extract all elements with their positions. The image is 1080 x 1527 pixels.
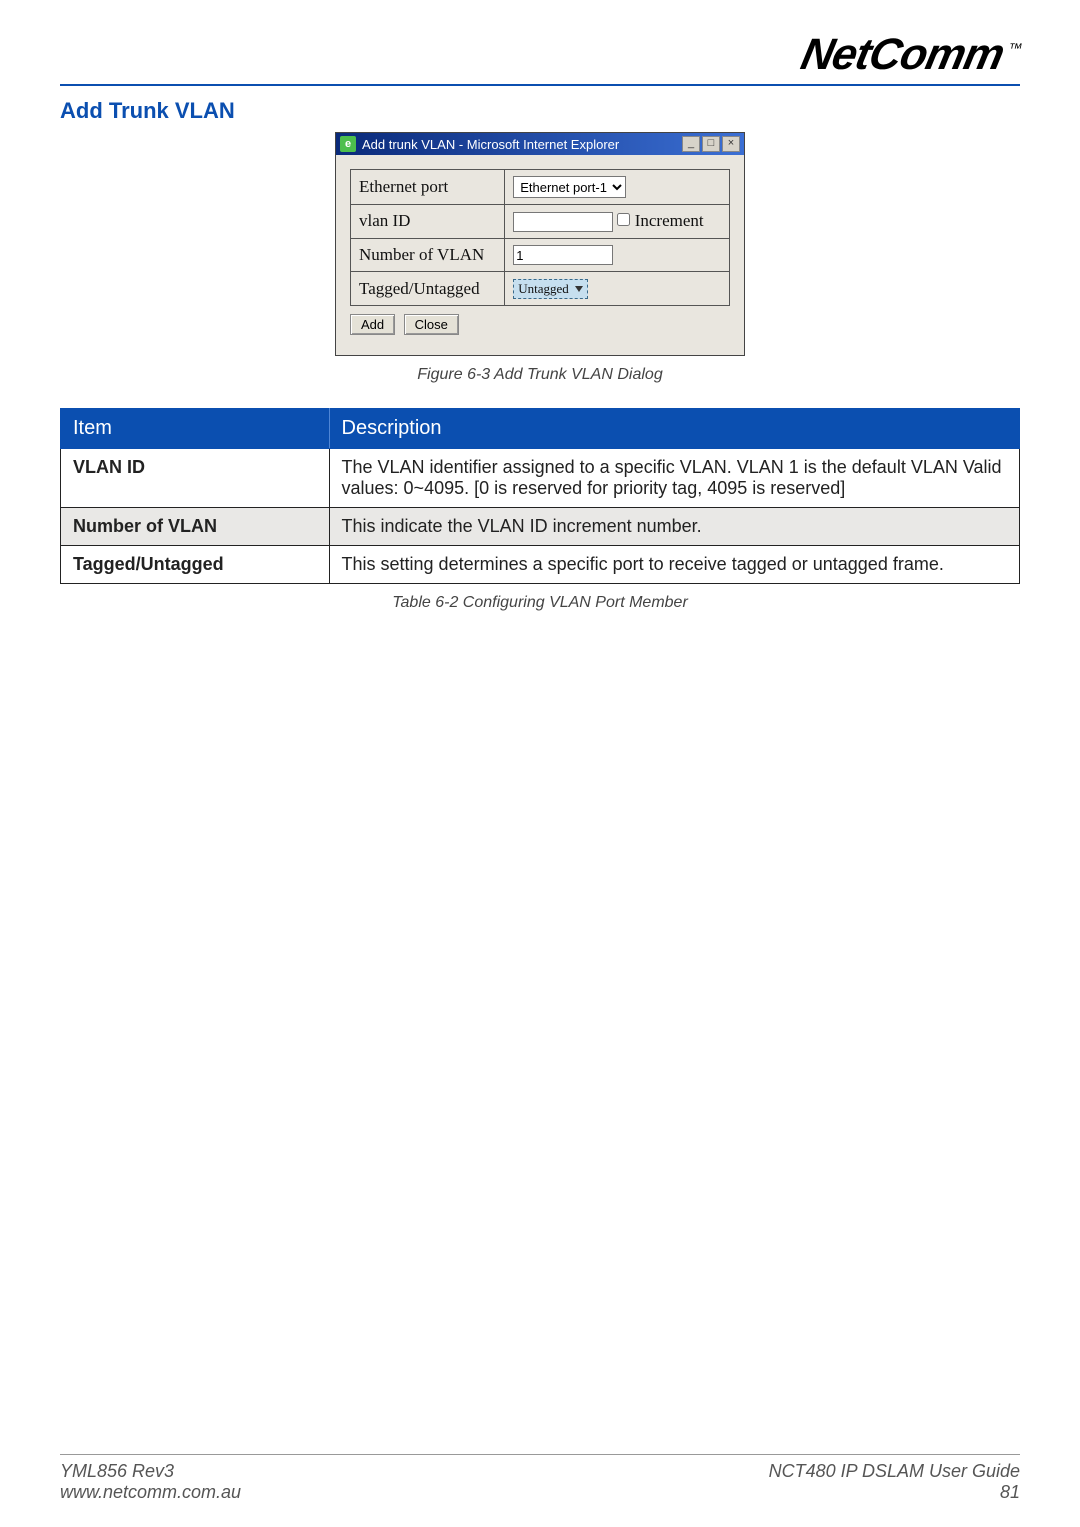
close-icon[interactable]: × xyxy=(722,136,740,152)
row-item: VLAN ID xyxy=(61,449,330,508)
logo-text: NetComm xyxy=(797,30,1008,79)
row-item: Number of VLAN xyxy=(61,508,330,546)
logo-row: NetComm™ xyxy=(60,30,1020,80)
tagged-untagged-label: Tagged/Untagged xyxy=(351,272,505,306)
table-row: VLAN ID The VLAN identifier assigned to … xyxy=(61,449,1020,508)
tagged-untagged-select[interactable]: Untagged xyxy=(513,279,588,299)
increment-label: Increment xyxy=(635,211,704,230)
table-row: Tagged/Untagged This setting determines … xyxy=(61,546,1020,584)
row-desc: This setting determines a specific port … xyxy=(329,546,1019,584)
figure-caption: Figure 6-3 Add Trunk VLAN Dialog xyxy=(60,366,1020,384)
page-footer: YML856 Rev3 www.netcomm.com.au NCT480 IP… xyxy=(60,1454,1020,1503)
add-button[interactable]: Add xyxy=(350,314,395,335)
dialog-title: Add trunk VLAN - Microsoft Internet Expl… xyxy=(362,137,619,152)
ethernet-port-label: Ethernet port xyxy=(351,170,505,205)
vlan-id-input[interactable] xyxy=(513,212,613,232)
header-description: Description xyxy=(329,409,1019,449)
row-item: Tagged/Untagged xyxy=(61,546,330,584)
minimize-icon[interactable]: _ xyxy=(682,136,700,152)
row-desc: The VLAN identifier assigned to a specif… xyxy=(329,449,1019,508)
footer-page-number: 81 xyxy=(769,1482,1020,1503)
brand-logo: NetComm™ xyxy=(797,30,1025,80)
dialog-titlebar[interactable]: e Add trunk VLAN - Microsoft Internet Ex… xyxy=(336,133,744,155)
section-title: Add Trunk VLAN xyxy=(60,98,1020,124)
form-table: Ethernet port Ethernet port-1 vlan ID xyxy=(350,169,730,306)
tagged-untagged-value: Untagged xyxy=(518,281,569,297)
ie-icon: e xyxy=(340,136,356,152)
row-desc: This indicate the VLAN ID increment numb… xyxy=(329,508,1019,546)
description-table: Item Description VLAN ID The VLAN identi… xyxy=(60,408,1020,584)
number-of-vlan-label: Number of VLAN xyxy=(351,238,505,272)
chevron-down-icon xyxy=(575,286,583,292)
increment-checkbox[interactable] xyxy=(617,213,630,226)
header-item: Item xyxy=(61,409,330,449)
footer-guide: NCT480 IP DSLAM User Guide xyxy=(769,1461,1020,1482)
logo-tm: ™ xyxy=(1007,40,1023,56)
ethernet-port-select[interactable]: Ethernet port-1 xyxy=(513,176,626,198)
vlan-id-label: vlan ID xyxy=(351,205,505,239)
close-button[interactable]: Close xyxy=(404,314,459,335)
footer-rev: YML856 Rev3 xyxy=(60,1461,241,1482)
maximize-icon[interactable]: □ xyxy=(702,136,720,152)
number-of-vlan-input[interactable] xyxy=(513,245,613,265)
footer-url: www.netcomm.com.au xyxy=(60,1482,241,1503)
table-row: Number of VLAN This indicate the VLAN ID… xyxy=(61,508,1020,546)
add-trunk-vlan-dialog: e Add trunk VLAN - Microsoft Internet Ex… xyxy=(335,132,745,356)
table-caption: Table 6-2 Configuring VLAN Port Member xyxy=(60,594,1020,612)
header-rule xyxy=(60,84,1020,86)
dialog-body: Ethernet port Ethernet port-1 vlan ID xyxy=(336,155,744,355)
